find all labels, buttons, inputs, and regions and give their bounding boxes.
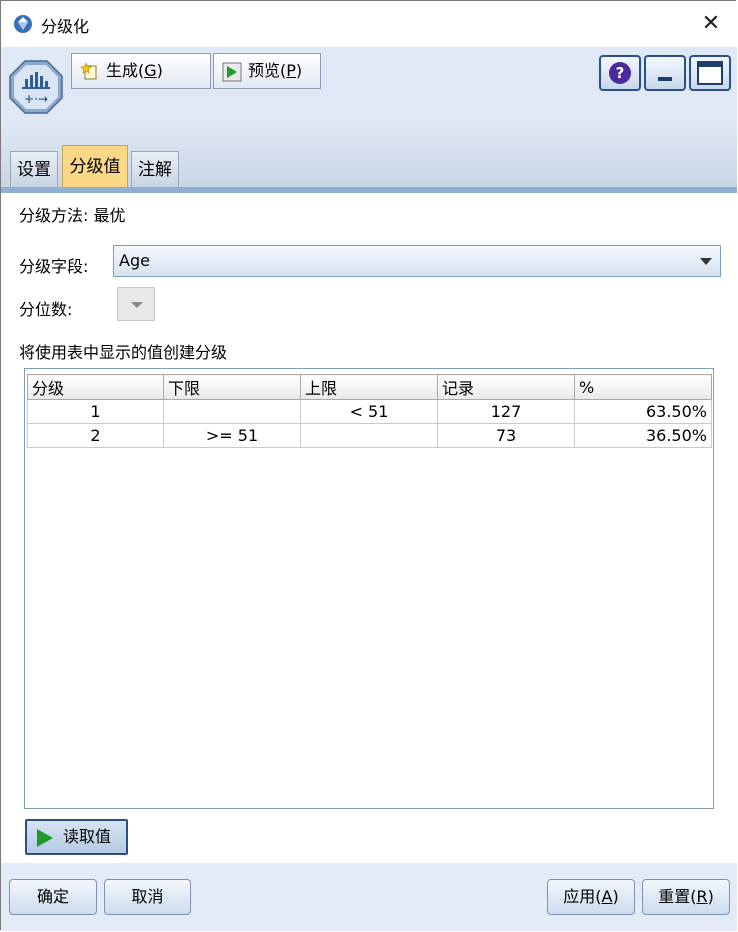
preview-label: 预览(: [248, 61, 287, 80]
cell-percent: 63.50%: [574, 399, 712, 424]
tiles-select[interactable]: [117, 287, 155, 321]
window-title: 分级化: [41, 17, 90, 36]
generate-key: G: [144, 61, 157, 80]
apply-close: ): [612, 887, 619, 906]
tab-settings[interactable]: 设置: [10, 151, 58, 187]
cell-percent: 36.50%: [574, 423, 712, 448]
info-text: 将使用表中显示的值创建分级: [19, 343, 228, 362]
node-binning-icon: +·→: [9, 60, 63, 114]
reset-close: ): [707, 887, 714, 906]
dialog-footer: 确定 取消 应用(A) 重置(R): [1, 863, 737, 931]
title-bar: 分级化 ✕: [1, 1, 737, 47]
app-gem-icon: [14, 15, 32, 33]
preview-close: ): [295, 61, 303, 80]
bin-values-panel: 分级方法: 最优 分级字段: Age 分位数: 将使用表中显示的值创建分级 分级…: [1, 193, 737, 863]
preview-button[interactable]: 预览(P): [213, 53, 321, 89]
generate-button[interactable]: 生成(G): [71, 53, 211, 89]
apply-key: A: [601, 887, 613, 906]
apply-button[interactable]: 应用(A): [547, 879, 635, 915]
close-icon: ✕: [701, 11, 721, 36]
generate-label: 生成(: [106, 61, 145, 80]
preview-play-icon: [222, 62, 242, 81]
chevron-down-icon: [700, 258, 712, 265]
cell-bin: 1: [27, 399, 164, 424]
column-header-lower[interactable]: 下限: [163, 374, 301, 400]
cancel-label: 取消: [131, 887, 164, 906]
tab-annotations[interactable]: 注解: [131, 151, 179, 187]
help-button[interactable]: ?: [599, 55, 641, 91]
tiles-label: 分位数:: [19, 300, 73, 319]
cell-upper: [300, 423, 438, 448]
generate-close: ): [156, 61, 163, 80]
table-row[interactable]: 1 < 51 127 63.50%: [27, 399, 712, 424]
tab-bin-values[interactable]: 分级值: [62, 145, 128, 187]
maximize-icon: [697, 61, 723, 85]
binning-method-text: 分级方法: 最优: [19, 206, 126, 225]
bin-table-container: 分级 下限 上限 记录 % 1 < 51 127 63.50% 2 >= 51 …: [24, 368, 714, 809]
cell-records: 127: [437, 399, 575, 424]
maximize-button[interactable]: [689, 55, 731, 91]
bin-field-value: Age: [119, 251, 150, 270]
bin-field-label: 分级字段:: [19, 257, 89, 276]
column-header-bin[interactable]: 分级: [27, 374, 164, 400]
cell-bin: 2: [27, 423, 164, 448]
table-row[interactable]: 2 >= 51 73 36.50%: [27, 423, 712, 448]
read-values-button[interactable]: 读取值: [25, 819, 128, 855]
cell-lower: [163, 399, 301, 424]
help-glyph: ?: [616, 64, 625, 82]
close-button[interactable]: ✕: [689, 5, 733, 43]
column-header-records[interactable]: 记录: [437, 374, 575, 400]
generate-star-icon: [80, 61, 97, 79]
reset-button[interactable]: 重置(R): [642, 879, 730, 915]
cell-lower: >= 51: [163, 423, 301, 448]
table-header-row: 分级 下限 上限 记录 %: [27, 374, 712, 400]
reset-label: 重置(: [658, 887, 697, 906]
cancel-button[interactable]: 取消: [104, 879, 191, 915]
apply-label: 应用(: [563, 887, 602, 906]
bin-field-select[interactable]: Age: [113, 245, 721, 277]
play-icon: [37, 829, 53, 847]
ok-label: 确定: [36, 887, 69, 906]
reset-key: R: [696, 887, 708, 906]
bin-table: 分级 下限 上限 记录 % 1 < 51 127 63.50% 2 >= 51 …: [27, 374, 712, 448]
help-icon: ?: [609, 62, 631, 84]
ok-button[interactable]: 确定: [9, 879, 97, 915]
column-header-upper[interactable]: 上限: [300, 374, 438, 400]
preview-key: P: [286, 61, 296, 80]
minimize-button[interactable]: [644, 55, 686, 91]
dialog-window: 分级化 ✕ +·→ 生成(G) 预览(P) ? 设置 分级值 注解 分级方法: …: [0, 0, 737, 931]
cell-upper: < 51: [300, 399, 438, 424]
chevron-down-icon: [131, 302, 143, 308]
minimize-icon: [658, 77, 672, 81]
svg-text:+·→: +·→: [24, 92, 48, 106]
cell-records: 73: [437, 423, 575, 448]
read-values-label: 读取值: [63, 827, 112, 846]
column-header-percent[interactable]: %: [574, 374, 712, 400]
